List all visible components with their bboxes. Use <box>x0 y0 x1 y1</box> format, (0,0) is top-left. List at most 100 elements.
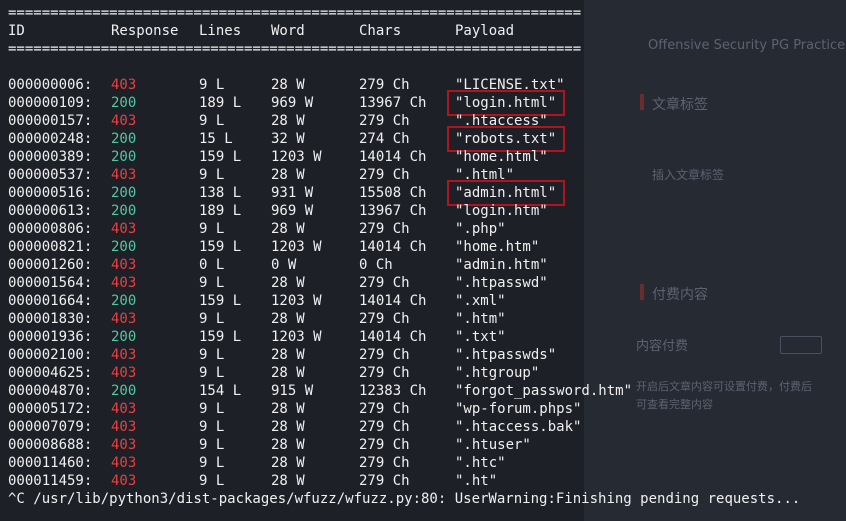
header-id: ID <box>8 23 25 39</box>
row-response-code: 403 <box>111 473 137 489</box>
row-response-code: 403 <box>111 221 137 237</box>
row-response-code: 200 <box>111 185 137 201</box>
row-id: 000011459: <box>8 473 93 489</box>
row-response-code: 200 <box>111 293 137 309</box>
row-payload: "home.html" <box>455 149 548 165</box>
row-id: 000011460: <box>8 455 93 471</box>
row-response-code: 200 <box>111 383 137 399</box>
row-payload: "login.htm" <box>455 203 548 219</box>
row-words: 28 W <box>271 311 305 327</box>
row-words: 1203 W <box>271 149 322 165</box>
row-payload: ".htm" <box>455 311 506 327</box>
row-chars: 279 Ch <box>359 221 410 237</box>
row-id: 000007079: <box>8 419 93 435</box>
row-words: 0 W <box>271 257 297 273</box>
header-word: Word <box>271 23 305 39</box>
row-payload: ".xml" <box>455 293 506 309</box>
row-id: 000001260: <box>8 257 93 273</box>
row-words: 28 W <box>271 473 305 489</box>
row-payload: "admin.htm" <box>455 257 548 273</box>
row-response-code: 200 <box>111 203 137 219</box>
row-id: 000004870: <box>8 383 93 399</box>
row-response-code: 403 <box>111 77 137 93</box>
row-chars: 279 Ch <box>359 455 410 471</box>
row-chars: 14014 Ch <box>359 149 427 165</box>
row-lines: 9 L <box>199 365 225 381</box>
header-separator-bottom: ========================================… <box>8 41 582 57</box>
row-id: 000000006: <box>8 77 93 93</box>
row-payload: ".htpasswds" <box>455 347 557 363</box>
row-response-code: 403 <box>111 455 137 471</box>
row-lines: 9 L <box>199 347 225 363</box>
row-words: 28 W <box>271 221 305 237</box>
row-payload: ".txt" <box>455 329 506 345</box>
row-payload: ".htgroup" <box>455 365 540 381</box>
row-response-code: 403 <box>111 365 137 381</box>
row-payload: ".htuser" <box>455 437 531 453</box>
row-words: 28 W <box>271 401 305 417</box>
row-lines: 159 L <box>199 293 242 309</box>
row-id: 000004625: <box>8 365 93 381</box>
row-chars: 0 Ch <box>359 257 393 273</box>
row-id: 000000389: <box>8 149 93 165</box>
terminal-output: ========================================… <box>0 0 846 521</box>
row-chars: 279 Ch <box>359 113 410 129</box>
row-payload: ".ht" <box>455 473 498 489</box>
row-id: 000000516: <box>8 185 93 201</box>
row-lines: 138 L <box>199 185 242 201</box>
row-lines: 154 L <box>199 383 242 399</box>
row-id: 000000821: <box>8 239 93 255</box>
row-chars: 14014 Ch <box>359 293 427 309</box>
row-chars: 14014 Ch <box>359 329 427 345</box>
row-response-code: 403 <box>111 311 137 327</box>
row-response-code: 403 <box>111 401 137 417</box>
row-chars: 14014 Ch <box>359 239 427 255</box>
row-lines: 9 L <box>199 473 225 489</box>
row-chars: 15508 Ch <box>359 185 427 201</box>
row-payload: ".htpasswd" <box>455 275 548 291</box>
row-id: 000000806: <box>8 221 93 237</box>
row-words: 28 W <box>271 77 305 93</box>
row-id: 000008688: <box>8 437 93 453</box>
row-chars: 279 Ch <box>359 419 410 435</box>
row-lines: 9 L <box>199 77 225 93</box>
row-chars: 279 Ch <box>359 473 410 489</box>
row-response-code: 403 <box>111 419 137 435</box>
row-id: 000002100: <box>8 347 93 363</box>
row-response-code: 200 <box>111 149 137 165</box>
row-response-code: 200 <box>111 239 137 255</box>
row-payload: ".htc" <box>455 455 506 471</box>
row-words: 28 W <box>271 419 305 435</box>
row-id: 000000109: <box>8 95 93 111</box>
row-response-code: 403 <box>111 437 137 453</box>
row-words: 28 W <box>271 347 305 363</box>
row-lines: 189 L <box>199 95 242 111</box>
row-chars: 279 Ch <box>359 311 410 327</box>
row-id: 000005172: <box>8 401 93 417</box>
row-words: 969 W <box>271 203 314 219</box>
row-chars: 279 Ch <box>359 167 410 183</box>
row-id: 000001664: <box>8 293 93 309</box>
row-response-code: 403 <box>111 113 137 129</box>
row-lines: 9 L <box>199 401 225 417</box>
row-lines: 9 L <box>199 275 225 291</box>
row-payload: "wp-forum.phps" <box>455 401 582 417</box>
row-lines: 9 L <box>199 455 225 471</box>
header-payload: Payload <box>455 23 515 39</box>
table-header: ID Response Lines Word Chars Payload <box>8 22 514 40</box>
row-chars: 12383 Ch <box>359 383 427 399</box>
row-lines: 159 L <box>199 329 242 345</box>
row-words: 28 W <box>271 167 305 183</box>
row-response-code: 403 <box>111 275 137 291</box>
row-payload: ".php" <box>455 221 506 237</box>
row-words: 28 W <box>271 455 305 471</box>
row-words: 28 W <box>271 275 305 291</box>
row-lines: 15 L <box>199 131 233 147</box>
row-response-code: 403 <box>111 347 137 363</box>
row-words: 931 W <box>271 185 314 201</box>
row-lines: 159 L <box>199 149 242 165</box>
row-chars: 274 Ch <box>359 131 410 147</box>
row-lines: 0 L <box>199 257 225 273</box>
row-response-code: 403 <box>111 167 137 183</box>
row-payload: "forgot_password.htm" <box>455 383 633 399</box>
